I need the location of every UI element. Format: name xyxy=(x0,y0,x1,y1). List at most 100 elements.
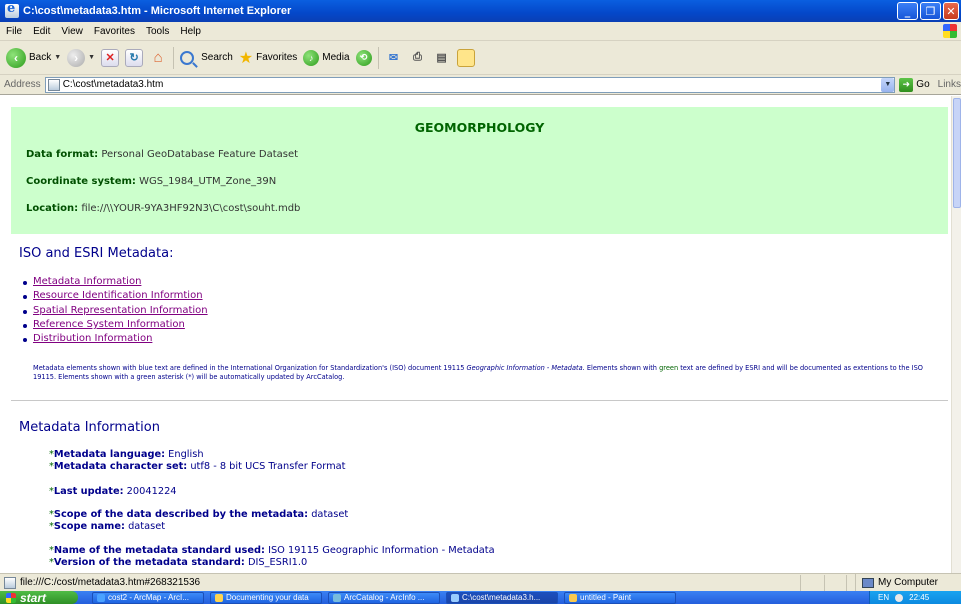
link-spatial-representation[interactable]: Spatial Representation Information xyxy=(33,305,208,316)
windows-logo-icon xyxy=(6,592,16,603)
scrollbar-thumb[interactable] xyxy=(953,98,961,208)
window-controls: _ ❐ ✕ xyxy=(897,2,959,20)
security-zone: My Computer xyxy=(855,574,961,591)
link-resource-identification[interactable]: Resource Identification Informtion xyxy=(33,290,203,301)
status-bar: file:///C:/cost/metadata3.htm#268321536 … xyxy=(0,573,961,591)
task-label: Documenting your data xyxy=(226,593,309,602)
arccatalog-icon xyxy=(333,593,341,602)
search-label: Search xyxy=(201,52,233,63)
menu-help[interactable]: Help xyxy=(180,26,201,37)
language-indicator[interactable]: EN xyxy=(878,593,889,602)
zone-label: My Computer xyxy=(878,577,939,588)
go-button[interactable]: ➜ Go xyxy=(899,77,930,92)
list-item: Resource Identification Informtion xyxy=(23,290,208,304)
paint-icon xyxy=(569,593,577,602)
search-icon xyxy=(180,50,195,65)
metadata-field: *Metadata character set: utf8 - 8 bit UC… xyxy=(49,461,345,472)
field-label: Metadata language: xyxy=(53,449,166,460)
history-button[interactable]: ⟲ xyxy=(355,49,372,66)
forward-button[interactable]: › ▼ xyxy=(67,48,95,67)
menu-bar: File Edit View Favorites Tools Help xyxy=(0,22,961,41)
status-url: file:///C:/cost/metadata3.htm#268321536 xyxy=(20,577,201,588)
media-icon: ♪ xyxy=(303,49,320,66)
title-bar: C:\cost\metadata3.htm - Microsoft Intern… xyxy=(0,0,961,22)
stop-button[interactable]: ✕ xyxy=(101,48,120,67)
arcmap-icon xyxy=(97,593,105,602)
field-value: 20041224 xyxy=(126,486,177,497)
coord-system-value: WGS_1984_UTM_Zone_39N xyxy=(139,176,277,187)
coord-system-row: Coordinate system: WGS_1984_UTM_Zone_39N xyxy=(26,176,276,187)
data-format-value: Personal GeoDatabase Feature Dataset xyxy=(101,149,299,160)
metadata-field: *Last update: 20041224 xyxy=(49,486,177,497)
metadata-field: *Scope name: dataset xyxy=(49,521,165,532)
taskbar-item-arcmap[interactable]: cost2 - ArcMap - ArcI... xyxy=(92,591,204,604)
refresh-button[interactable]: ↻ xyxy=(125,48,144,67)
summary-panel: GEOMORPHOLOGY Data format: Personal GeoD… xyxy=(11,107,948,234)
list-item: Reference System Information xyxy=(23,319,208,333)
list-item: Metadata Information xyxy=(23,276,208,290)
forward-dropdown-icon[interactable]: ▼ xyxy=(88,54,95,61)
close-button[interactable]: ✕ xyxy=(943,2,959,20)
field-value: ISO 19115 Geographic Information - Metad… xyxy=(268,545,495,556)
field-label: Last update: xyxy=(53,486,124,497)
metadata-field: *Name of the metadata standard used: ISO… xyxy=(49,545,495,556)
search-button[interactable]: Search xyxy=(180,50,233,65)
taskbar-item-paint[interactable]: untitled - Paint xyxy=(564,591,676,604)
media-label: Media xyxy=(322,52,350,63)
iso-link-list: Metadata Information Resource Identifica… xyxy=(23,276,208,347)
taskbar-item-arccatalog[interactable]: ArcCatalog - ArcInfo ... xyxy=(328,591,440,604)
start-button[interactable]: start xyxy=(0,591,78,604)
taskbar-item-ie[interactable]: C:\cost\metadata3.h... xyxy=(446,591,558,604)
windows-logo-icon xyxy=(943,24,957,38)
clock: 22:45 xyxy=(909,593,930,602)
data-format-label: Data format: xyxy=(26,149,99,160)
menu-favorites[interactable]: Favorites xyxy=(94,26,135,37)
task-label: ArcCatalog - ArcInfo ... xyxy=(344,593,425,602)
link-metadata-information[interactable]: Metadata Information xyxy=(33,276,141,287)
field-label: Name of the metadata standard used: xyxy=(53,545,265,556)
list-item: Spatial Representation Information xyxy=(23,305,208,319)
note-text: . Elements shown with xyxy=(582,364,660,372)
vertical-scrollbar[interactable] xyxy=(951,96,961,573)
tray-icon[interactable] xyxy=(895,593,904,602)
restore-button[interactable]: ❐ xyxy=(920,2,941,20)
menu-tools[interactable]: Tools xyxy=(146,26,169,37)
field-value: utf8 - 8 bit UCS Transfer Format xyxy=(190,461,346,472)
links-button[interactable]: Links xyxy=(938,79,961,90)
toolbar-separator xyxy=(173,46,175,69)
home-button[interactable]: ⌂ xyxy=(149,49,167,67)
section-divider xyxy=(11,400,948,401)
print-button[interactable]: ⎙ xyxy=(409,49,427,67)
data-format-row: Data format: Personal GeoDatabase Featur… xyxy=(26,149,298,160)
back-arrow-icon: ‹ xyxy=(6,47,26,68)
favorites-button[interactable]: ★ Favorites xyxy=(239,48,297,68)
link-reference-system[interactable]: Reference System Information xyxy=(33,319,185,330)
system-tray: EN 22:45 xyxy=(869,591,961,604)
field-label: Scope of the data described by the metad… xyxy=(53,509,309,520)
forward-arrow-icon: › xyxy=(67,48,86,67)
metadata-info-title: Metadata Information xyxy=(19,420,160,435)
toolbar-separator xyxy=(377,46,379,69)
mail-button[interactable]: ✉ xyxy=(385,49,403,67)
edit-button[interactable]: ▤ xyxy=(433,49,451,67)
metadata-field: *Metadata language: English xyxy=(49,449,204,460)
menu-view[interactable]: View xyxy=(61,26,83,37)
window-title: C:\cost\metadata3.htm - Microsoft Intern… xyxy=(23,5,292,17)
metadata-field: *Scope of the data described by the meta… xyxy=(49,509,348,520)
start-label: start xyxy=(20,590,47,604)
back-dropdown-icon[interactable]: ▼ xyxy=(54,54,61,61)
field-value: English xyxy=(168,449,204,460)
link-distribution-information[interactable]: Distribution Information xyxy=(33,333,152,344)
back-button[interactable]: ‹ Back ▼ xyxy=(6,47,61,68)
status-pane xyxy=(800,574,801,591)
media-button[interactable]: ♪ Media xyxy=(303,49,350,66)
address-dropdown-icon[interactable]: ▼ xyxy=(881,77,895,92)
field-label: Version of the metadata standard: xyxy=(53,557,245,568)
taskbar-item-documenting[interactable]: Documenting your data xyxy=(210,591,322,604)
field-value: dataset xyxy=(128,521,166,532)
menu-file[interactable]: File xyxy=(6,26,22,37)
address-input[interactable]: C:\cost\metadata3.htm ▼ xyxy=(44,76,896,93)
minimize-button[interactable]: _ xyxy=(897,2,918,20)
folder-button[interactable] xyxy=(456,48,475,67)
menu-edit[interactable]: Edit xyxy=(33,26,50,37)
